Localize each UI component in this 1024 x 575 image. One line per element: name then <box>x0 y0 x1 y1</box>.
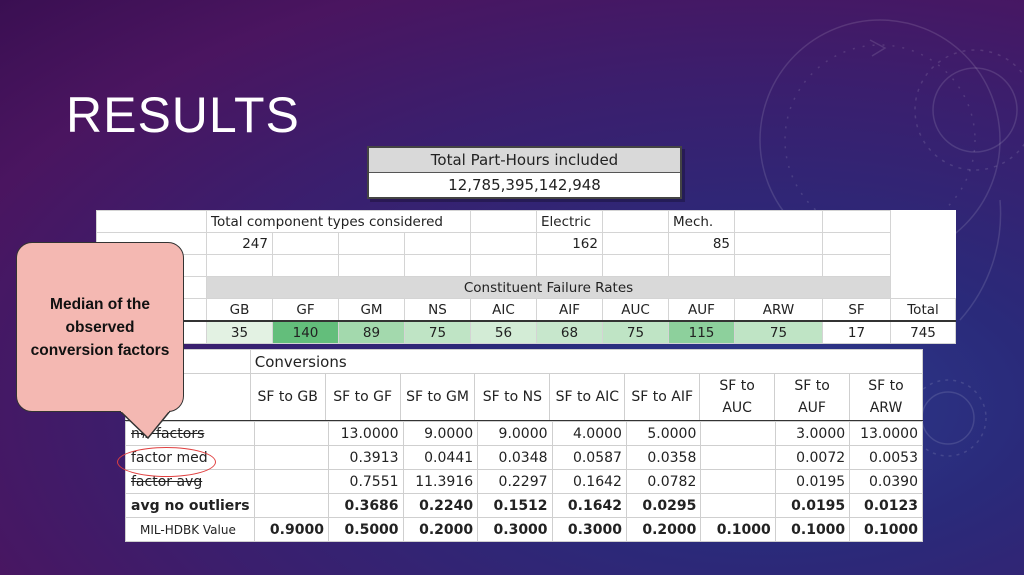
conversion-cell: 0.0195 <box>774 493 851 518</box>
conversion-cell <box>253 493 329 518</box>
conversion-cell: 0.0072 <box>774 445 851 470</box>
failure-rate-col-gm: GM <box>338 298 405 322</box>
conversion-cell: 0.0390 <box>849 469 923 494</box>
conversion-cell: 0.0587 <box>551 445 627 470</box>
conversion-cell: 4.0000 <box>551 421 627 446</box>
conversion-cell <box>700 469 776 494</box>
conversion-row-label: MIL-HDBK Value <box>125 517 255 542</box>
failure-rate-value-gf: 140 <box>272 320 339 344</box>
conversion-cell: 0.0358 <box>625 445 702 470</box>
conversion-cell: 0.0053 <box>849 445 923 470</box>
conversion-cell <box>253 469 329 494</box>
conversion-cell: 0.2000 <box>625 517 702 542</box>
callout-note: Median of the observed conversion factor… <box>16 242 184 412</box>
conversion-cell: 0.5000 <box>327 517 404 542</box>
conversion-header: SF to AUF <box>774 373 850 422</box>
failure-rate-value-sf: 17 <box>822 320 891 344</box>
failure-rate-col-ns: NS <box>404 298 471 322</box>
conversion-cell: 0.7551 <box>327 469 404 494</box>
failure-rate-col-total: Total <box>890 298 956 322</box>
conversion-cell <box>253 421 329 446</box>
conversion-cell <box>253 445 329 470</box>
conversion-cell: 0.3000 <box>551 517 627 542</box>
part-hours-value: 12,785,395,142,948 <box>367 172 682 199</box>
conversion-cell: 0.0348 <box>477 445 553 470</box>
failure-rate-value-gb: 35 <box>206 320 273 344</box>
conversion-cell <box>700 445 776 470</box>
failure-rate-col-aic: AIC <box>470 298 537 322</box>
conversion-cell: 0.0441 <box>402 445 479 470</box>
conversion-header: SF to GB <box>249 373 326 422</box>
conversion-cell: 9.0000 <box>477 421 553 446</box>
failure-rate-col-auf: AUF <box>668 298 735 322</box>
highlight-ellipse <box>117 447 216 477</box>
failure-rates-table: Total component types considered Electri… <box>96 210 956 344</box>
failure-rate-col-auc: AUC <box>602 298 669 322</box>
conversion-header: SF to ARW <box>849 373 923 422</box>
mech-count: 85 <box>668 232 735 255</box>
conversion-cell: 13.0000 <box>327 421 404 446</box>
conversion-row: MIL-HDBK Value 0.9000 0.5000 0.2000 0.3000 0.… <box>125 517 923 542</box>
failure-rate-value-total: 745 <box>890 320 956 344</box>
conversion-header: SF to AIC <box>549 373 626 422</box>
conversion-cell <box>700 493 776 518</box>
failure-rate-value-aic: 56 <box>470 320 537 344</box>
conversion-cell: 0.9000 <box>253 517 329 542</box>
conversion-cell: 13.0000 <box>849 421 923 446</box>
conversion-cell: 0.2240 <box>402 493 479 518</box>
conversion-cell: 5.0000 <box>625 421 702 446</box>
callout-text: Median of the observed conversion factor… <box>30 295 170 359</box>
part-hours-table: Total Part-Hours included 12,785,395,142… <box>367 146 682 199</box>
conversion-cell <box>700 421 776 446</box>
part-hours-header: Total Part-Hours included <box>367 146 682 173</box>
conversion-cell: 0.0295 <box>625 493 702 518</box>
conversion-header: SF to AUC <box>699 373 776 422</box>
conversion-cell: 0.3913 <box>327 445 404 470</box>
conversion-cell: 0.2297 <box>477 469 553 494</box>
conversion-cell: 9.0000 <box>402 421 479 446</box>
conversion-row: n# factors 13.0000 9.0000 9.0000 4.0000 5.000… <box>125 421 923 446</box>
conversion-cell: 0.3686 <box>327 493 404 518</box>
conversion-cell: 0.1512 <box>477 493 553 518</box>
conversion-cell: 0.1642 <box>551 469 627 494</box>
failure-rate-value-gm: 89 <box>338 320 405 344</box>
conversion-cell: 0.3000 <box>477 517 553 542</box>
electric-count: 162 <box>536 232 603 255</box>
conversion-row: avg no outliers 0.3686 0.2240 0.1512 0.1642 0… <box>125 493 923 518</box>
conversions-title: Conversions <box>249 349 924 374</box>
mech-label: Mech. <box>668 210 735 233</box>
electric-label: Electric <box>536 210 603 233</box>
failure-rate-value-ns: 75 <box>404 320 471 344</box>
failure-rate-col-aif: AIF <box>536 298 603 322</box>
failure-rate-value-auf: 115 <box>668 320 735 344</box>
conversion-cell: 11.3916 <box>402 469 479 494</box>
failure-rate-col-gb: GB <box>206 298 273 322</box>
failure-rate-col-gf: GF <box>272 298 339 322</box>
component-types-label: Total component types considered <box>206 210 471 233</box>
conversion-header: SF to GM <box>399 373 476 422</box>
conversion-cell: 0.1000 <box>700 517 776 542</box>
conversion-header: SF to AIF <box>624 373 701 422</box>
conversion-row: factor avg 0.7551 11.3916 0.2297 0.1642 0.078… <box>125 469 923 494</box>
conversion-cell: 0.1642 <box>551 493 627 518</box>
failure-rate-col-sf: SF <box>822 298 891 322</box>
conversion-cell: 0.0782 <box>625 469 702 494</box>
conversion-row-label: avg no outliers <box>125 493 255 518</box>
conversion-header: SF to GF <box>324 373 401 422</box>
conversion-cell: 0.1000 <box>849 517 923 542</box>
failure-rates-title: Constituent Failure Rates <box>206 276 891 299</box>
conversion-cell: 3.0000 <box>774 421 851 446</box>
failure-rate-col-arw: ARW <box>734 298 823 322</box>
conversion-cell: 0.0195 <box>774 469 851 494</box>
conversion-row: factor med 0.3913 0.0441 0.0348 0.0587 0.0358… <box>125 445 923 470</box>
failure-rate-value-aif: 68 <box>536 320 603 344</box>
component-types-total: 247 <box>206 232 273 255</box>
conversions-table: Conversions SF to GB SF to GF SF to GM SF t… <box>125 349 924 542</box>
failure-rate-value-auc: 75 <box>602 320 669 344</box>
conversion-header: SF to NS <box>474 373 551 422</box>
conversion-cell: 0.0123 <box>849 493 923 518</box>
failure-rate-value-arw: 75 <box>734 320 823 344</box>
conversion-cell: 0.2000 <box>402 517 479 542</box>
conversion-cell: 0.1000 <box>774 517 851 542</box>
